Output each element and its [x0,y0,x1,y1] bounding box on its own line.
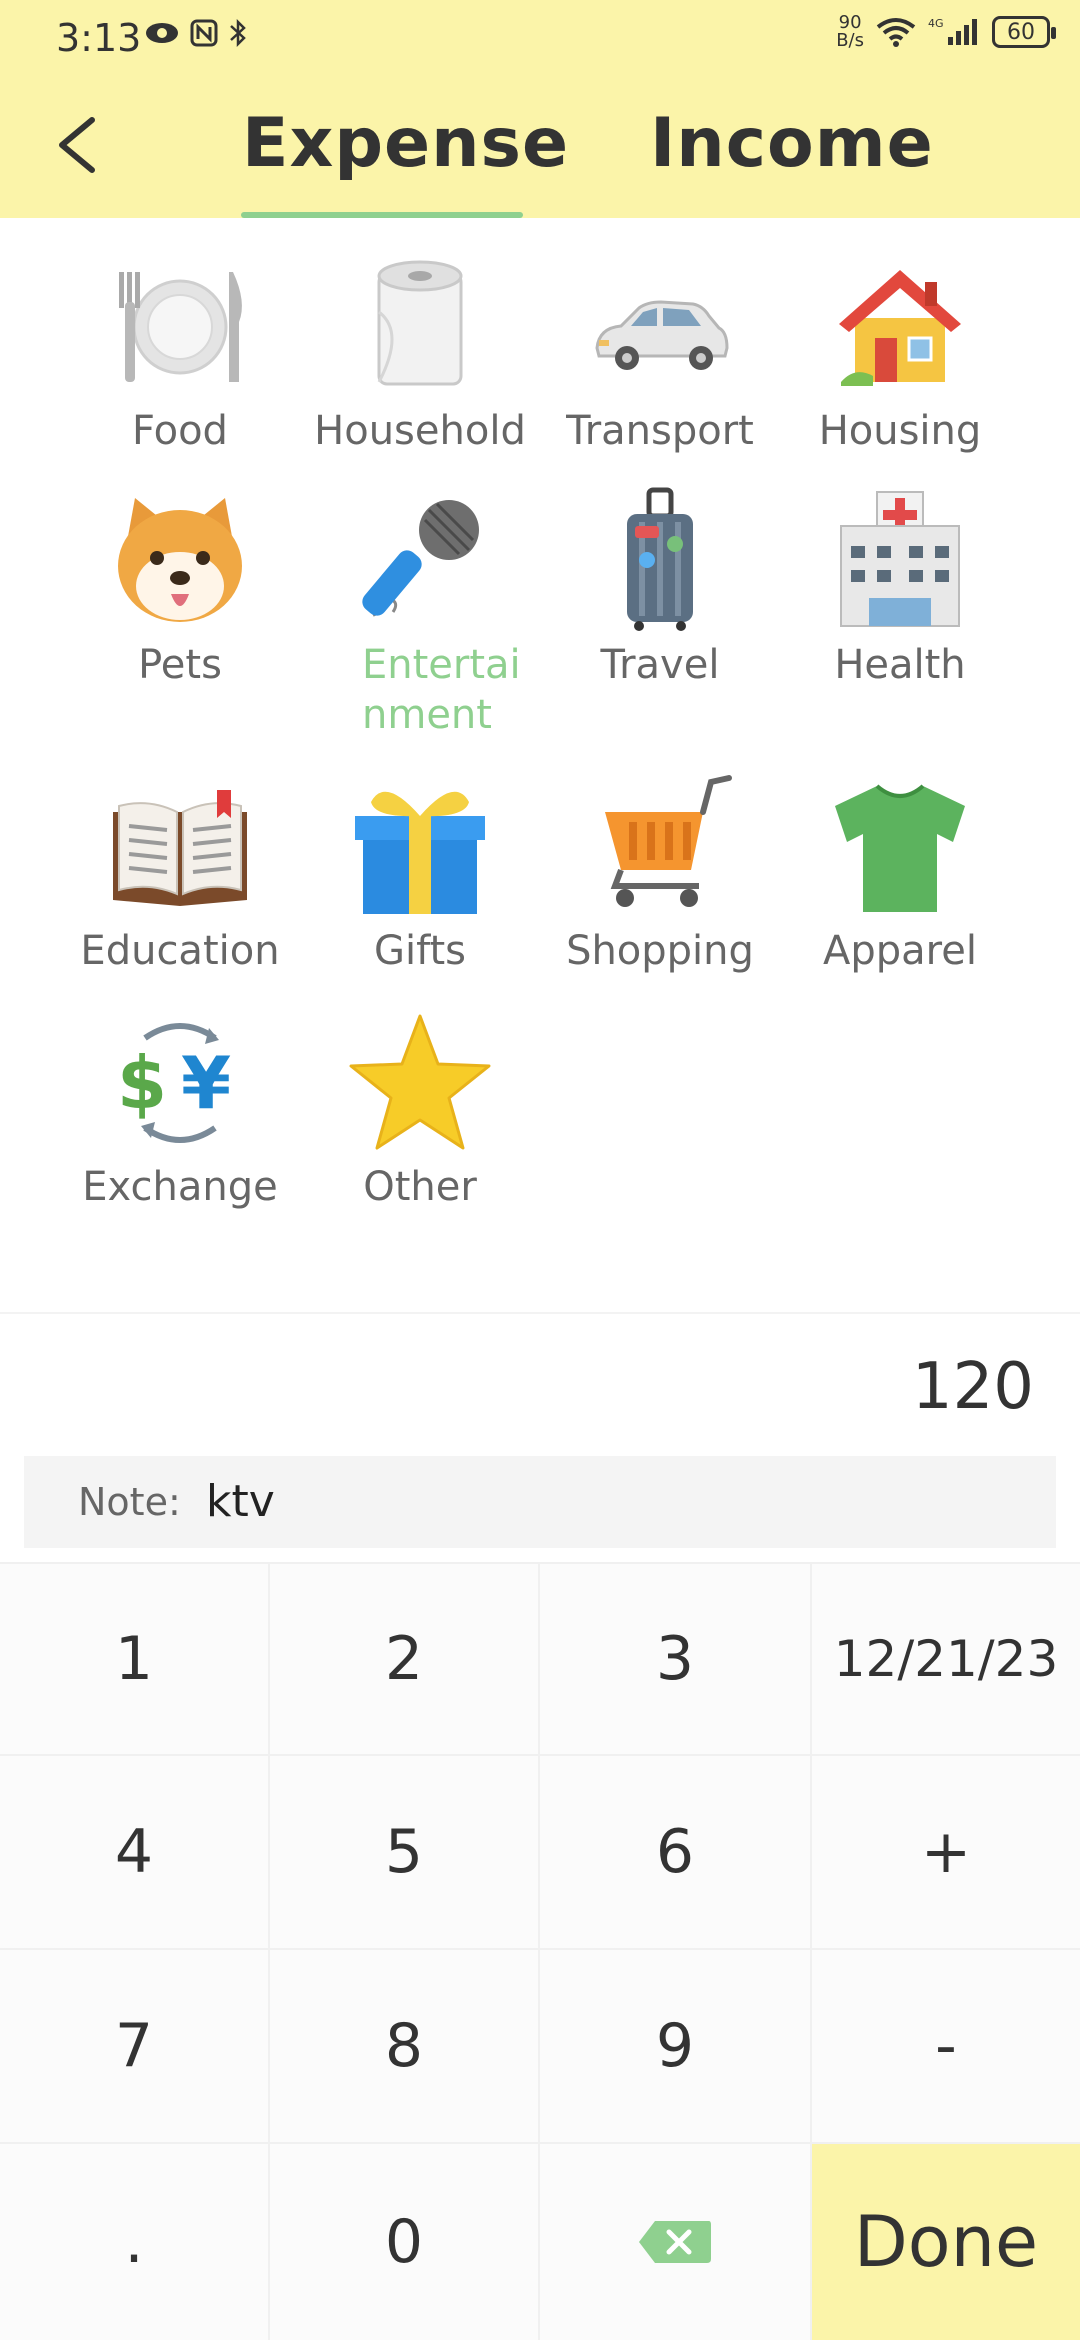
eye-icon [146,23,178,43]
category-health[interactable]: Health [780,486,1020,690]
category-food[interactable]: Food [60,252,300,456]
car-icon [595,300,729,370]
category-label: Apparel [823,928,977,974]
bluetooth-icon [230,18,246,48]
category-label: Transport [566,408,754,454]
dog-face-icon [118,498,242,622]
shopping-cart-icon [605,775,732,907]
battery-icon: 60 [992,16,1056,48]
amount-value: 120 [911,1350,1034,1424]
status-bar: 3:13 90 B/s 4G 60 [0,0,1080,80]
category-label: Exchange [82,1164,278,1210]
plus-button[interactable]: + [812,1756,1080,1948]
header: 3:13 90 B/s 4G 60 Expense Income [0,0,1080,218]
category-shopping[interactable]: Shopping [540,772,780,976]
cell-signal-icon: 4G [928,17,977,45]
category-label: Household [314,408,526,454]
category-gifts[interactable]: Gifts [300,772,540,976]
gift-icon [355,791,485,914]
svg-text:4G: 4G [928,17,944,30]
net-speed: 90 B/s [836,12,864,51]
category-label: Housing [818,408,982,454]
open-book-icon [113,790,247,906]
keypad: 1 2 3 12/21/23 4 5 6 + 7 8 9 - . 0 Done [0,1562,1080,2340]
category-label: Health [834,642,966,688]
category-household[interactable]: Household [300,252,540,456]
category-apparel[interactable]: Apparel [780,772,1020,976]
category-grid: Food Household Transport Housing Pets En… [0,218,1080,1308]
note-label: Note: [78,1480,181,1524]
category-label: Education [80,928,280,974]
key-0[interactable]: 0 [270,2144,538,2340]
category-transport[interactable]: Transport [540,252,780,456]
category-label: Travel [600,642,720,688]
house-icon [839,270,961,386]
category-pets[interactable]: Pets [60,486,300,690]
key-3[interactable]: 3 [540,1564,810,1754]
svg-text:¥: ¥ [181,1041,231,1125]
microphone-icon [362,500,479,617]
note-input[interactable]: ktv [206,1476,275,1527]
toilet-paper-icon [377,260,463,386]
date-button[interactable]: 12/21/23 [812,1564,1080,1754]
key-8[interactable]: 8 [270,1950,538,2142]
category-exchange[interactable]: $ ¥ Exchange [60,1008,300,1212]
backspace-button[interactable] [540,2144,810,2340]
key-6[interactable]: 6 [540,1756,810,1948]
back-arrow-icon[interactable] [46,110,106,180]
category-housing[interactable]: Housing [780,252,1020,456]
key-9[interactable]: 9 [540,1950,810,2142]
key-2[interactable]: 2 [270,1564,538,1754]
currency-exchange-icon: $ ¥ [117,1023,231,1143]
svg-text:$: $ [117,1041,167,1125]
amount-display: 120 [0,1312,1080,1452]
category-education[interactable]: Education [60,772,300,976]
category-entertainment[interactable]: Entertainment [300,486,540,740]
done-button[interactable]: Done [812,2144,1080,2340]
category-label: Shopping [566,928,754,974]
category-other[interactable]: Other [300,1008,540,1212]
status-time: 3:13 [56,16,142,60]
tab-income[interactable]: Income [650,104,934,183]
hospital-icon [840,491,960,627]
category-label: Pets [138,642,222,688]
note-field[interactable]: Note: ktv [24,1456,1056,1548]
category-label: Gifts [373,928,466,974]
tab-expense[interactable]: Expense [242,104,569,183]
key-dot[interactable]: . [0,2144,268,2340]
key-7[interactable]: 7 [0,1950,268,2142]
nfc-icon [190,19,218,47]
category-label: Other [363,1164,477,1210]
backspace-icon [639,2221,711,2263]
tshirt-icon [835,784,965,912]
category-label: Food [132,408,228,454]
key-4[interactable]: 4 [0,1756,268,1948]
plate-icon [119,272,242,382]
category-travel[interactable]: Travel [540,486,780,690]
minus-button[interactable]: - [812,1950,1080,2142]
category-label: Entertainment [362,642,521,738]
key-1[interactable]: 1 [0,1564,268,1754]
wifi-icon [876,18,916,47]
luggage-icon [627,487,693,631]
star-icon [349,1014,491,1150]
key-5[interactable]: 5 [270,1756,538,1948]
